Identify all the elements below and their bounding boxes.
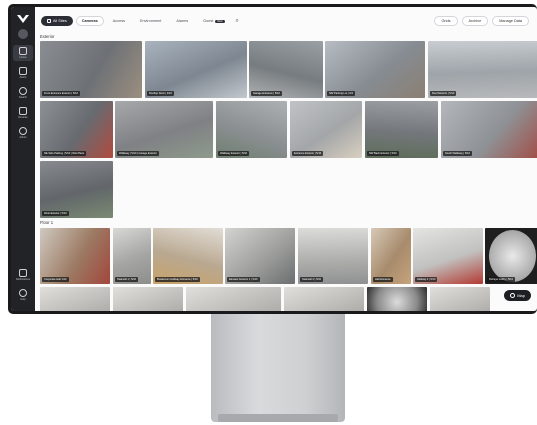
new-badge: New xyxy=(215,19,225,23)
floor1-camera-tile-partial[interactable] xyxy=(113,287,183,311)
tab-access[interactable]: Access xyxy=(107,16,131,26)
exterior-camera-tile[interactable]: Walkway Exterior | 5/10 xyxy=(216,101,287,158)
floor1-camera-tile[interactable]: Breakroom Hallway Entrance | 5/10 xyxy=(153,228,223,284)
camera-name-label: Stairwell 2 | 5/10 xyxy=(300,277,324,282)
floor1-camera-tile-partial[interactable] xyxy=(284,287,364,311)
sidebar-item-home[interactable]: Home xyxy=(13,45,33,61)
floor1-camera-tile[interactable]: Hallway 2 | 5/10 xyxy=(413,228,483,284)
sidebar-item-notifications[interactable]: Notifications xyxy=(13,267,33,283)
sidebar-item-label: Admin xyxy=(19,136,27,139)
camera-name-label: West Exterior | 5/10 xyxy=(42,211,69,216)
floor1-camera-tile-partial[interactable] xyxy=(367,287,427,311)
camera-icon xyxy=(19,107,27,115)
camera-name-label: Elevator Exterior 1 | 5/10 xyxy=(227,277,260,282)
tab-cameras[interactable]: Cameras xyxy=(75,16,104,26)
exterior-camera-tile[interactable]: NW Back Exterior | 5/10 xyxy=(365,101,438,158)
sidebar-item-search[interactable]: Search xyxy=(13,85,33,101)
sidebar-bottom: Notifications Help xyxy=(11,267,35,307)
map-icon xyxy=(510,293,516,298)
camera-name-label: Hallway 2 | 5/10 xyxy=(415,277,438,282)
verkada-logo-icon xyxy=(16,11,30,23)
sidebar-item-devices[interactable]: Devices xyxy=(13,105,33,121)
monitor-stand-base xyxy=(218,414,338,422)
manage-data-button[interactable]: Manage Data xyxy=(492,16,529,26)
main-content: All Sites Cameras Access Environment Ala… xyxy=(35,7,537,311)
sidebar-item-label: Help xyxy=(20,298,26,301)
sidebar-item-label: Notifications xyxy=(15,278,31,281)
home-icon xyxy=(19,47,27,55)
sidebar: Home Alerts Search Devices Admin Notific… xyxy=(11,7,35,311)
section-title-exterior: Exterior xyxy=(40,34,55,39)
camera-name-label: Walkway | 5/10 | Garage Exterior xyxy=(117,151,159,156)
camera-name-label: South Walkway | 5/10 xyxy=(443,151,472,156)
exterior-camera-tile[interactable]: NE Side Parking | 5/10 | Wet Plaza xyxy=(40,101,113,158)
floor1-camera-tile[interactable]: Elevator Exterior 1 | 5/10 xyxy=(225,228,295,284)
exterior-camera-tile[interactable]: Entrance Exterior | 5/10 xyxy=(290,101,362,158)
camera-name-label: NW Parking Lot | 6/4 xyxy=(327,91,355,96)
floor1-camera-tile[interactable]: Stairwell 1 | 5/10 xyxy=(113,228,151,284)
search-icon xyxy=(19,87,27,95)
bell-icon xyxy=(19,67,27,75)
camera-name-label: Roof Exterior | 5/10 xyxy=(430,91,457,96)
camera-name-label: Entrance Exterior | 5/10 xyxy=(292,151,324,156)
floor1-camera-tile-partial[interactable] xyxy=(186,287,281,311)
camera-name-label: Rooftop Deck | 4/16 xyxy=(147,91,174,96)
top-toolbar: All Sites Cameras Access Environment Ala… xyxy=(41,16,529,26)
gear-icon xyxy=(19,127,27,135)
sidebar-item-label: Devices xyxy=(18,116,28,119)
floor1-camera-tile-partial[interactable] xyxy=(40,287,110,311)
help-icon xyxy=(19,289,27,297)
grids-button[interactable]: Grids xyxy=(434,16,458,26)
camera-name-label: Garage Entrance | 5/10 xyxy=(251,91,282,96)
exterior-camera-tile[interactable]: West Exterior | 5/10 xyxy=(40,161,113,218)
monitor-bezel: Home Alerts Search Devices Admin Notific… xyxy=(8,4,537,314)
sidebar-item-help[interactable]: Help xyxy=(13,287,33,303)
camera-name-label: NW Back Exterior | 5/10 xyxy=(367,151,399,156)
floor1-camera-tile[interactable]: Fisheye Lobby | 5/10 xyxy=(485,228,537,284)
sidebar-item-label: Search xyxy=(18,96,28,99)
tab-alarms[interactable]: Alarms xyxy=(170,16,194,26)
camera-name-label: Breakroom Hallway Entrance | 5/10 xyxy=(155,277,200,282)
exterior-camera-tile[interactable]: NW Parking Lot | 6/4 xyxy=(325,41,425,98)
sidebar-item-label: Alerts xyxy=(19,76,27,79)
tab-guest-label: Guest xyxy=(203,19,214,23)
exterior-camera-tile[interactable]: Walkway | 5/10 | Garage Exterior xyxy=(115,101,213,158)
sidebar-item-alerts[interactable]: Alerts xyxy=(13,65,33,81)
exterior-camera-tile[interactable]: Rooftop Deck | 4/16 xyxy=(145,41,247,98)
floor1-camera-tile[interactable]: Corporate Hall 1/10 xyxy=(40,228,110,284)
map-button-label: Map xyxy=(517,293,525,298)
tab-guest[interactable]: Guest New xyxy=(197,16,230,26)
sidebar-avatar[interactable] xyxy=(13,27,33,41)
camera-name-label: Front Entrance Exterior | 5/10 xyxy=(42,91,80,96)
exterior-camera-tile[interactable]: South Walkway | 5/10 xyxy=(441,101,537,158)
bell-icon xyxy=(19,269,27,277)
floor1-camera-tile-partial[interactable] xyxy=(430,287,490,311)
section-title-floor1: Floor 1 xyxy=(40,220,54,225)
sidebar-item-label: Home xyxy=(19,56,27,59)
camera-name-label: Hall Entrance xyxy=(373,277,393,282)
all-sites-button[interactable]: All Sites xyxy=(41,16,73,26)
floor1-camera-tile[interactable]: Stairwell 2 | 5/10 xyxy=(298,228,368,284)
floor1-camera-tile[interactable]: Hall Entrance xyxy=(371,228,411,284)
search-icon[interactable]: ⌕ xyxy=(236,17,244,25)
sidebar-item-admin[interactable]: Admin xyxy=(13,125,33,141)
camera-name-label: Stairwell 1 | 5/10 xyxy=(115,277,139,282)
map-button[interactable]: Map xyxy=(504,290,531,301)
fisheye-view xyxy=(489,230,536,282)
camera-name-label: NE Side Parking | 5/10 | Wet Plaza xyxy=(42,151,87,156)
sites-icon xyxy=(47,19,51,23)
avatar xyxy=(18,29,28,39)
app-screen: Home Alerts Search Devices Admin Notific… xyxy=(11,7,537,311)
exterior-camera-tile[interactable]: Front Entrance Exterior | 5/10 xyxy=(40,41,142,98)
archive-button[interactable]: Archive xyxy=(461,16,489,26)
camera-name-label: Fisheye Lobby | 5/10 xyxy=(487,277,516,282)
camera-name-label: Corporate Hall 1/10 xyxy=(42,277,69,282)
all-sites-label: All Sites xyxy=(53,19,67,23)
monitor-stand xyxy=(211,314,345,422)
exterior-camera-tile[interactable]: Garage Entrance | 5/10 xyxy=(249,41,323,98)
tab-environment[interactable]: Environment xyxy=(134,16,167,26)
camera-name-label: Walkway Exterior | 5/10 xyxy=(218,151,250,156)
exterior-camera-tile[interactable]: Roof Exterior | 5/10 xyxy=(428,41,537,98)
